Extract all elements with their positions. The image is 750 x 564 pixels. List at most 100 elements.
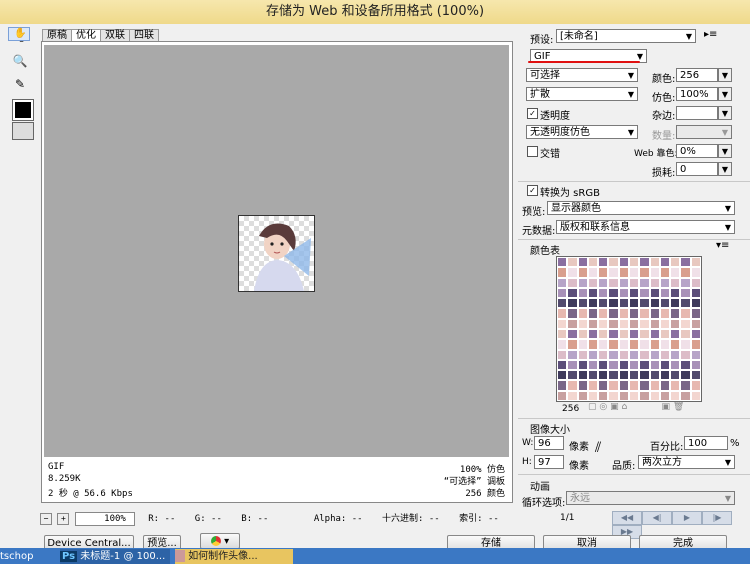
- color-swatch[interactable]: [618, 277, 629, 288]
- color-swatch[interactable]: [670, 277, 681, 288]
- color-swatch[interactable]: [680, 390, 691, 401]
- color-swatch[interactable]: [639, 287, 650, 299]
- color-swatch[interactable]: [670, 298, 681, 309]
- taskbar-photoshop-item[interactable]: Ps 未标题-1 @ 100...: [60, 549, 170, 564]
- color-swatch[interactable]: [567, 267, 578, 278]
- color-swatch[interactable]: [598, 339, 609, 350]
- color-swatch[interactable]: [587, 359, 599, 371]
- constrain-proportions-link-icon[interactable]: ⫽: [595, 440, 601, 456]
- color-swatch[interactable]: [680, 287, 691, 299]
- zoom-out-button[interactable]: −: [40, 512, 52, 525]
- color-swatch[interactable]: [649, 390, 660, 401]
- color-swatch[interactable]: [567, 328, 578, 340]
- color-swatch[interactable]: [557, 318, 568, 329]
- color-swatch[interactable]: [567, 257, 578, 268]
- color-swatch[interactable]: [649, 328, 660, 340]
- height-field[interactable]: 97: [534, 455, 564, 469]
- color-swatch[interactable]: [608, 267, 619, 278]
- color-swatch[interactable]: [690, 257, 701, 268]
- browser-preview-select[interactable]: ▾: [200, 533, 240, 549]
- zoom-in-button[interactable]: +: [57, 512, 70, 525]
- color-swatch[interactable]: [659, 267, 671, 278]
- color-swatch[interactable]: [598, 328, 609, 340]
- color-swatch[interactable]: [598, 359, 609, 371]
- color-swatch[interactable]: [680, 339, 691, 350]
- color-swatch[interactable]: [567, 298, 578, 309]
- color-swatch[interactable]: [618, 390, 629, 401]
- color-swatch[interactable]: [618, 308, 629, 319]
- color-swatch[interactable]: [608, 277, 619, 288]
- color-swatch[interactable]: [577, 257, 588, 268]
- lossy-field[interactable]: 0: [676, 162, 718, 176]
- color-swatch[interactable]: [670, 287, 681, 299]
- color-swatch[interactable]: [670, 318, 681, 329]
- matte-field[interactable]: [676, 106, 718, 120]
- color-swatch[interactable]: [557, 257, 568, 268]
- color-swatch[interactable]: [670, 328, 681, 340]
- color-swatch[interactable]: [649, 308, 660, 319]
- color-swatch[interactable]: [659, 298, 671, 309]
- color-swatch[interactable]: [598, 298, 609, 309]
- lossy-dropdown-icon[interactable]: ▼: [718, 162, 732, 176]
- color-swatch[interactable]: [618, 328, 629, 340]
- color-swatch[interactable]: [639, 328, 650, 340]
- color-swatch[interactable]: [649, 339, 660, 350]
- color-swatch[interactable]: [608, 328, 619, 340]
- quality-select[interactable]: 两次立方 ▼: [638, 455, 735, 469]
- color-swatch[interactable]: [670, 267, 681, 278]
- first-frame-icon[interactable]: ◀◀: [612, 511, 642, 525]
- color-swatch[interactable]: [670, 380, 681, 391]
- color-swatch[interactable]: [659, 318, 671, 329]
- color-swatch[interactable]: [577, 287, 588, 299]
- color-swatch[interactable]: [628, 380, 640, 391]
- color-swatch[interactable]: [680, 267, 691, 278]
- color-swatch[interactable]: [639, 267, 650, 278]
- color-swatch[interactable]: [680, 318, 691, 329]
- color-swatch[interactable]: [608, 287, 619, 299]
- color-swatch[interactable]: [608, 359, 619, 371]
- color-swatch[interactable]: [587, 257, 599, 268]
- color-swatch[interactable]: [567, 318, 578, 329]
- color-swatch[interactable]: [557, 308, 568, 319]
- color-swatch[interactable]: [567, 370, 578, 381]
- color-swatch[interactable]: [608, 380, 619, 391]
- color-swatch[interactable]: [649, 287, 660, 299]
- color-swatch[interactable]: [649, 267, 660, 278]
- web-snap-dropdown-icon[interactable]: ▼: [718, 144, 732, 158]
- color-swatch[interactable]: [587, 390, 599, 401]
- color-swatch[interactable]: [649, 277, 660, 288]
- color-swatch[interactable]: [690, 287, 701, 299]
- preview-color-select[interactable]: 显示器颜色 ▼: [547, 201, 735, 215]
- color-swatch[interactable]: [577, 390, 588, 401]
- metadata-select[interactable]: 版权和联系信息 ▼: [556, 220, 735, 234]
- color-swatch[interactable]: [618, 359, 629, 371]
- color-swatch[interactable]: [618, 298, 629, 309]
- color-swatch[interactable]: [628, 308, 640, 319]
- color-swatch[interactable]: [598, 257, 609, 268]
- color-swatch[interactable]: [557, 328, 568, 340]
- color-swatch[interactable]: [690, 390, 701, 401]
- taskbar-browser-item[interactable]: 如何制作头像...: [175, 549, 293, 564]
- color-swatch[interactable]: [567, 308, 578, 319]
- color-swatch[interactable]: [680, 359, 691, 371]
- color-swatch[interactable]: [659, 257, 671, 268]
- color-table-grid[interactable]: [556, 256, 702, 402]
- color-swatch[interactable]: [577, 277, 588, 288]
- color-swatch[interactable]: [639, 318, 650, 329]
- color-swatch[interactable]: [598, 370, 609, 381]
- color-swatch[interactable]: [618, 318, 629, 329]
- color-swatch[interactable]: [557, 390, 568, 401]
- color-swatch[interactable]: [557, 267, 568, 278]
- color-swatch[interactable]: [639, 380, 650, 391]
- color-swatch[interactable]: [659, 308, 671, 319]
- color-swatch[interactable]: [608, 370, 619, 381]
- color-swatch[interactable]: [649, 359, 660, 371]
- color-swatch[interactable]: [649, 380, 660, 391]
- color-swatch[interactable]: [587, 370, 599, 381]
- color-swatch[interactable]: [649, 257, 660, 268]
- color-swatch[interactable]: [618, 267, 629, 278]
- dither-field[interactable]: 100%: [676, 87, 718, 101]
- color-swatch[interactable]: [670, 359, 681, 371]
- panel-menu-icon[interactable]: ▸≡: [704, 29, 717, 40]
- color-swatch[interactable]: [618, 380, 629, 391]
